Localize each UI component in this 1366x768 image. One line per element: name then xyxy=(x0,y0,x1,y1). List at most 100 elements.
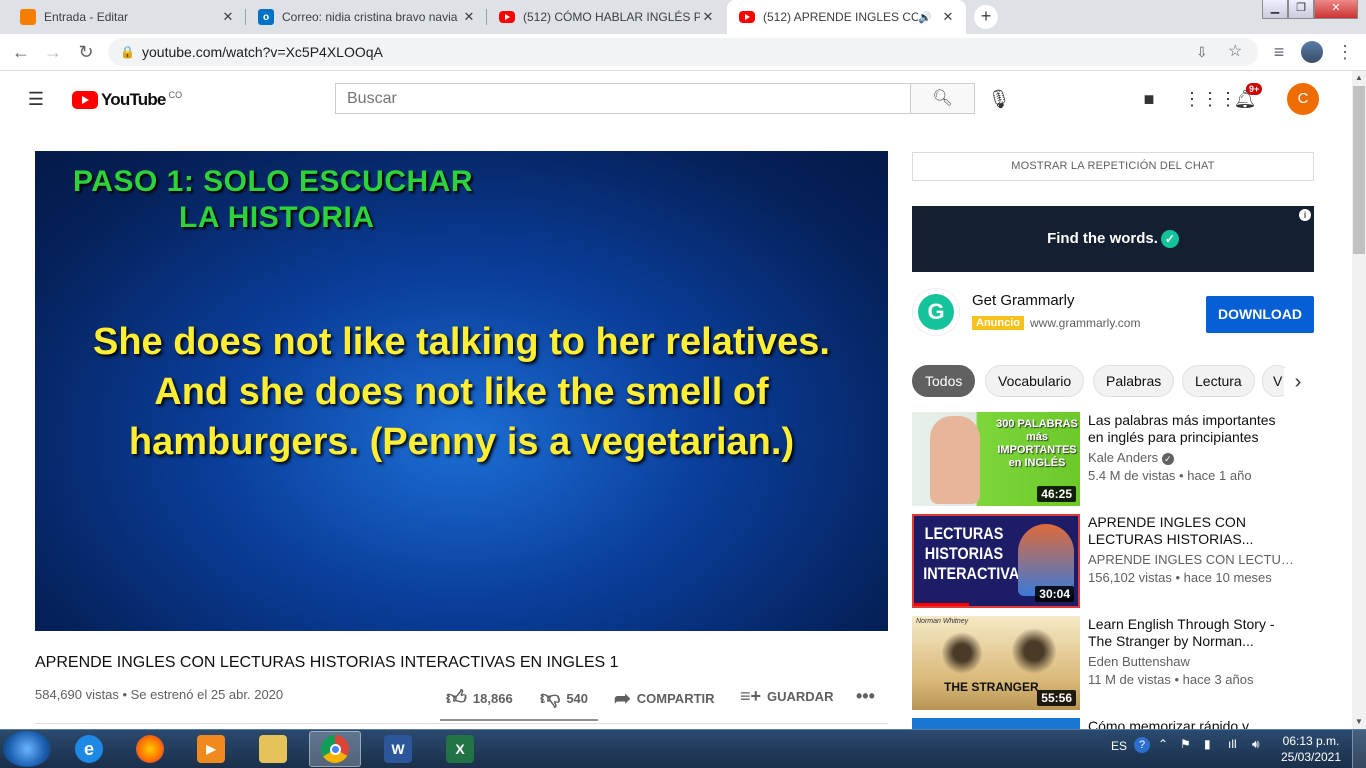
grammarly-logo[interactable]: G xyxy=(912,288,960,336)
taskbar-media-player[interactable]: ▶ xyxy=(185,731,237,767)
recommendation-item[interactable]: Cómo memorizar rápido y xyxy=(912,718,1314,729)
help-icon[interactable]: ? xyxy=(1134,737,1150,753)
chip-palabras[interactable]: Palabras xyxy=(1093,365,1175,397)
media-controls-icon[interactable]: ≡ xyxy=(1268,41,1290,63)
network-icon[interactable]: ıll xyxy=(1228,737,1237,751)
youtube-logo[interactable]: YouTube CO xyxy=(72,90,182,110)
save-button[interactable]: ≡+ GUARDAR xyxy=(740,686,833,707)
search-button[interactable]: 🔍︎ xyxy=(910,83,975,114)
bookmark-star-icon[interactable]: ☆ xyxy=(1228,38,1242,66)
rec-channel[interactable]: APRENDE INGLES CON LECTURA... xyxy=(1088,552,1298,567)
chip-todos[interactable]: Todos xyxy=(912,365,976,397)
download-button[interactable]: DOWNLOAD xyxy=(1206,296,1314,333)
close-icon[interactable]: ✕ xyxy=(700,9,716,25)
like-button[interactable]: 👍︎ 18,866 xyxy=(446,686,513,710)
chip-vocabulario[interactable]: Vocabulario xyxy=(985,365,1085,397)
thumbs-up-icon: 👍︎ xyxy=(446,687,467,709)
show-hidden-icons[interactable]: ⌃ xyxy=(1158,737,1168,751)
dislike-button[interactable]: 👎︎ 540 xyxy=(540,686,588,710)
rec-title[interactable]: Las palabras más importantes en inglés p… xyxy=(1088,412,1288,446)
speaker-icon[interactable]: 🔊 xyxy=(918,11,932,24)
tree-illustration xyxy=(942,632,982,674)
scrollbar-thumb[interactable] xyxy=(1353,86,1365,254)
video-thumbnail[interactable] xyxy=(912,718,1080,729)
taskbar-chrome[interactable] xyxy=(309,731,361,767)
video-player[interactable]: PASO 1: SOLO ESCUCHAR LA HISTORIA She do… xyxy=(35,151,888,631)
video-thumbnail[interactable]: Norman Whitney THE STRANGER 55:56 xyxy=(912,616,1080,710)
close-window-button[interactable]: ✕ xyxy=(1314,0,1358,19)
taskbar-clock[interactable]: 06:13 p.m. 25/03/2021 xyxy=(1278,733,1344,765)
outlook-icon: o xyxy=(258,9,274,25)
chat-replay-button[interactable]: MOSTRAR LA REPETICIÓN DEL CHAT xyxy=(912,152,1314,181)
show-desktop-button[interactable] xyxy=(1352,730,1366,768)
grammarly-g-icon: G xyxy=(918,294,954,330)
profile-avatar[interactable] xyxy=(1301,41,1323,63)
scroll-up-icon[interactable]: ▲ xyxy=(1352,71,1366,85)
maximize-button[interactable]: ❐ xyxy=(1288,0,1314,19)
close-icon[interactable]: ✕ xyxy=(220,9,236,25)
ad-title[interactable]: Get Grammarly xyxy=(972,292,1075,309)
chip-lectura[interactable]: Lectura xyxy=(1182,365,1255,397)
verified-icon: ✓ xyxy=(1161,453,1174,465)
youtube-play-icon xyxy=(72,91,98,109)
chevron-right-icon[interactable]: › xyxy=(1284,368,1312,396)
recommendation-item[interactable]: 300 PALABRAS más IMPORTANTES en INGLÉS 4… xyxy=(912,412,1314,506)
watch-progress xyxy=(914,603,969,606)
tab-blogger[interactable]: Entrada - Editar ✕ xyxy=(8,0,246,34)
battery-icon[interactable]: ▮ xyxy=(1204,737,1211,751)
rec-title[interactable]: Learn English Through Story - The Strang… xyxy=(1088,616,1288,650)
tab-youtube-1[interactable]: (512) CÓMO HABLAR INGLÉS POR ✕ xyxy=(487,0,726,34)
taskbar-firefox[interactable] xyxy=(124,731,176,767)
save-label: GUARDAR xyxy=(767,689,834,704)
account-avatar[interactable]: C xyxy=(1287,83,1319,115)
start-button[interactable] xyxy=(3,731,51,767)
like-count: 18,866 xyxy=(472,690,513,706)
rec-age: hace 10 meses xyxy=(1183,570,1272,585)
microphone-icon[interactable]: 🎙︎ xyxy=(985,85,1013,113)
taskbar-excel[interactable]: X xyxy=(434,731,486,767)
language-indicator[interactable]: ES xyxy=(1111,739,1127,753)
apps-grid-icon[interactable]: ⋮⋮⋮ xyxy=(1183,85,1237,113)
ad-banner[interactable]: Find the words. ✓ i xyxy=(912,206,1314,272)
new-tab-button[interactable]: + xyxy=(974,5,998,29)
rec-title[interactable]: APRENDE INGLES CON LECTURAS HISTORIAS... xyxy=(1088,514,1288,548)
volume-icon[interactable]: 🔊︎ xyxy=(1252,737,1260,752)
taskbar-explorer[interactable] xyxy=(247,731,299,767)
search-input[interactable]: Buscar xyxy=(335,83,911,114)
recommendation-item[interactable]: LECTURAS HISTORIAS INTERACTIVAS 30:04 AP… xyxy=(912,514,1314,608)
ad-domain: www.grammarly.com xyxy=(1030,316,1141,330)
ad-badge: Anuncio xyxy=(972,316,1024,330)
close-icon[interactable]: ✕ xyxy=(461,9,477,25)
rec-channel[interactable]: Kale Anders ✓ xyxy=(1088,450,1298,465)
forward-icon[interactable]: → xyxy=(42,41,64,63)
tab-title: (512) APRENDE INGLES CON xyxy=(763,10,919,24)
minimize-button[interactable]: ▁ xyxy=(1262,0,1288,19)
recommendation-item[interactable]: Norman Whitney THE STRANGER 55:56 Learn … xyxy=(912,616,1314,710)
check-circle-icon: ✓ xyxy=(1160,230,1179,249)
close-icon[interactable]: ✕ xyxy=(940,9,956,25)
rec-views: 11 M de vistas xyxy=(1088,672,1171,687)
rec-stats: 156,102 vistas • hace 10 meses xyxy=(1088,570,1272,585)
video-title: APRENDE INGLES CON LECTURAS HISTORIAS IN… xyxy=(35,654,619,671)
menu-dots-icon[interactable]: ⋮ xyxy=(1334,41,1356,63)
create-video-icon[interactable]: ■ xyxy=(1135,85,1163,113)
more-actions-icon[interactable]: ••• xyxy=(856,686,875,707)
rec-title[interactable]: Cómo memorizar rápido y xyxy=(1088,718,1288,729)
taskbar-ie[interactable]: e xyxy=(63,731,115,767)
action-center-icon[interactable]: ⚑ xyxy=(1180,737,1191,751)
video-thumbnail[interactable]: 300 PALABRAS más IMPORTANTES en INGLÉS 4… xyxy=(912,412,1080,506)
taskbar-word[interactable]: W xyxy=(372,731,424,767)
back-icon[interactable]: ← xyxy=(10,41,32,63)
tab-youtube-active[interactable]: (512) APRENDE INGLES CON 🔊 ✕ xyxy=(727,0,966,34)
tab-outlook[interactable]: o Correo: nidia cristina bravo navia ✕ xyxy=(246,0,487,34)
share-button[interactable]: ➦ COMPARTIR xyxy=(614,686,715,711)
reload-icon[interactable]: ↻ xyxy=(75,41,97,63)
address-bar[interactable]: 🔒 youtube.com/watch?v=Xc5P4XLOOqA ⇩ ☆ xyxy=(108,38,1258,66)
install-icon[interactable]: ⇩ xyxy=(1196,38,1208,66)
rec-channel[interactable]: Eden Buttenshaw xyxy=(1088,654,1298,669)
video-thumbnail[interactable]: LECTURAS HISTORIAS INTERACTIVAS 30:04 xyxy=(912,514,1080,608)
media-player-icon: ▶ xyxy=(197,735,225,763)
hamburger-menu-icon[interactable]: ☰ xyxy=(22,85,50,113)
scroll-down-icon[interactable]: ▼ xyxy=(1352,715,1366,729)
ad-info-icon[interactable]: i xyxy=(1299,209,1311,221)
